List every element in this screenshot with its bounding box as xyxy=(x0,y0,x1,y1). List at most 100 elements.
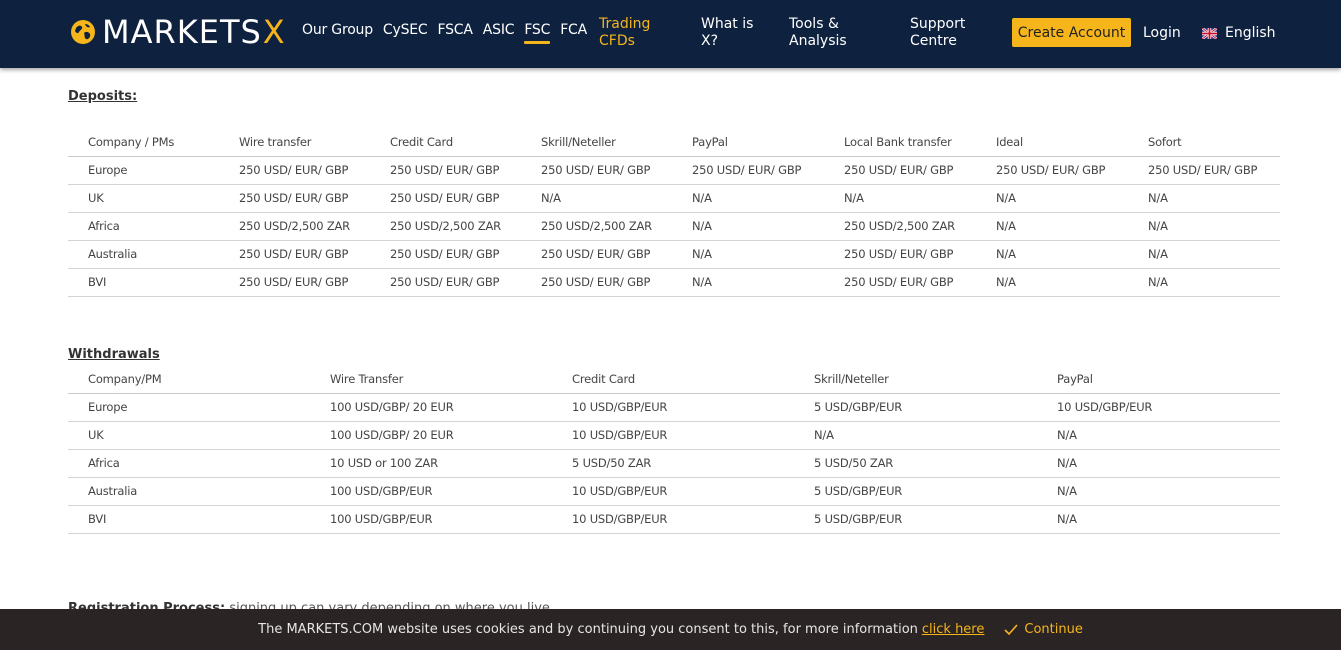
reg-link-fca[interactable]: FCA xyxy=(560,21,587,39)
deposits-header-row: Company / PMs Wire transfer Credit Card … xyxy=(68,128,1280,157)
table-cell: 250 USD/ EUR/ GBP xyxy=(370,156,521,185)
table-cell: N/A xyxy=(672,240,824,269)
reg-link-asic[interactable]: ASIC xyxy=(483,21,515,39)
cookie-continue-button[interactable]: Continue xyxy=(1004,622,1083,637)
table-cell: 250 USD/ EUR/ GBP xyxy=(521,156,672,185)
withdrawals-table: Company/PM Wire Transfer Credit Card Skr… xyxy=(68,365,1280,534)
table-cell: 100 USD/GBP/EUR xyxy=(310,505,552,534)
table-cell: N/A xyxy=(976,268,1128,297)
table-cell: 10 USD/GBP/EUR xyxy=(552,393,794,422)
uk-flag-icon xyxy=(1202,27,1217,39)
table-row: Europe 100 USD/GBP/ 20 EUR 10 USD/GBP/EU… xyxy=(68,393,1280,422)
column-header: Skrill/Neteller xyxy=(521,128,672,157)
nav-what-is-x[interactable]: What is X? xyxy=(701,16,759,50)
nav-tools-analysis[interactable]: Tools & Analysis xyxy=(789,16,859,50)
table-cell: N/A xyxy=(1128,212,1280,241)
reg-link-cysec[interactable]: CySEC xyxy=(383,21,428,39)
table-row: Australia 250 USD/ EUR/ GBP 250 USD/ EUR… xyxy=(68,240,1280,269)
column-header: PayPal xyxy=(672,128,824,157)
table-cell: 250 USD/ EUR/ GBP xyxy=(370,240,521,269)
table-cell: N/A xyxy=(672,268,824,297)
language-selector[interactable]: English xyxy=(1202,25,1276,41)
globe-icon xyxy=(71,20,95,44)
table-cell: 250 USD/2,500 ZAR xyxy=(824,212,976,241)
table-cell: 5 USD/50 ZAR xyxy=(794,449,1037,478)
site-header: MARKETS X Our Group CySEC FSCA ASIC FSC … xyxy=(0,0,1341,68)
table-cell: N/A xyxy=(1037,477,1280,506)
table-cell: N/A xyxy=(824,184,976,213)
table-cell: BVI xyxy=(68,505,310,534)
table-cell: 10 USD/GBP/EUR xyxy=(552,477,794,506)
checkmark-icon xyxy=(1004,623,1018,635)
column-header: Company / PMs xyxy=(68,128,219,157)
table-cell: N/A xyxy=(1128,240,1280,269)
logo-wordmark: MARKETS xyxy=(102,13,262,51)
table-cell: UK xyxy=(68,421,310,450)
table-cell: 250 USD/ EUR/ GBP xyxy=(219,184,370,213)
table-cell: N/A xyxy=(672,212,824,241)
table-row: BVI 250 USD/ EUR/ GBP 250 USD/ EUR/ GBP … xyxy=(68,268,1280,297)
table-cell: 250 USD/ EUR/ GBP xyxy=(824,240,976,269)
table-cell: 250 USD/ EUR/ GBP xyxy=(219,268,370,297)
login-link[interactable]: Login xyxy=(1143,25,1181,41)
cookie-message: The MARKETS.COM website uses cookies and… xyxy=(258,622,918,637)
table-cell: 5 USD/GBP/EUR xyxy=(794,477,1037,506)
table-cell: 100 USD/GBP/ 20 EUR xyxy=(310,421,552,450)
table-cell: 100 USD/GBP/ 20 EUR xyxy=(310,393,552,422)
cookie-continue-label: Continue xyxy=(1024,622,1083,637)
reg-link-fsca[interactable]: FSCA xyxy=(438,21,473,39)
table-cell: 250 USD/ EUR/ GBP xyxy=(672,156,824,185)
cookie-info-link[interactable]: click here xyxy=(922,622,984,637)
table-cell: 10 USD/GBP/EUR xyxy=(552,421,794,450)
table-row: Africa 250 USD/2,500 ZAR 250 USD/2,500 Z… xyxy=(68,212,1280,241)
table-cell: N/A xyxy=(1037,421,1280,450)
deposits-title: Deposits: xyxy=(68,89,138,104)
column-header: Ideal xyxy=(976,128,1128,157)
table-cell: N/A xyxy=(672,184,824,213)
table-cell: 250 USD/ EUR/ GBP xyxy=(824,156,976,185)
table-cell: N/A xyxy=(794,421,1037,450)
reg-link-our-group[interactable]: Our Group xyxy=(302,21,373,39)
table-cell: 100 USD/GBP/EUR xyxy=(310,477,552,506)
table-row: Australia 100 USD/GBP/EUR 10 USD/GBP/EUR… xyxy=(68,477,1280,506)
table-cell: N/A xyxy=(521,184,672,213)
table-row: UK 100 USD/GBP/ 20 EUR 10 USD/GBP/EUR N/… xyxy=(68,421,1280,450)
table-cell: 5 USD/50 ZAR xyxy=(552,449,794,478)
table-cell: 250 USD/ EUR/ GBP xyxy=(219,156,370,185)
column-header: Local Bank transfer xyxy=(824,128,976,157)
column-header: Company/PM xyxy=(68,365,310,394)
column-header: Sofort xyxy=(1128,128,1280,157)
withdrawals-header-row: Company/PM Wire Transfer Credit Card Skr… xyxy=(68,365,1280,394)
table-cell: 250 USD/ EUR/ GBP xyxy=(824,268,976,297)
column-header: PayPal xyxy=(1037,365,1280,394)
table-cell: 10 USD or 100 ZAR xyxy=(310,449,552,478)
logo-x-mark: X xyxy=(262,13,285,51)
nav-trading-cfds[interactable]: Trading CFDs xyxy=(599,16,679,50)
column-header: Skrill/Neteller xyxy=(794,365,1037,394)
table-cell: N/A xyxy=(1037,449,1280,478)
table-cell: N/A xyxy=(1037,505,1280,534)
table-cell: Africa xyxy=(68,449,310,478)
table-cell: 250 USD/ EUR/ GBP xyxy=(976,156,1128,185)
table-cell: BVI xyxy=(68,268,219,297)
markets-x-logo[interactable]: MARKETS X xyxy=(70,14,285,50)
regulator-links: Our Group CySEC FSCA ASIC FSC FCA xyxy=(302,21,587,44)
nav-support-centre[interactable]: Support Centre xyxy=(910,16,980,50)
table-row: UK 250 USD/ EUR/ GBP 250 USD/ EUR/ GBP N… xyxy=(68,184,1280,213)
table-cell: 250 USD/ EUR/ GBP xyxy=(370,268,521,297)
table-cell: N/A xyxy=(1128,268,1280,297)
table-cell: Australia xyxy=(68,477,310,506)
table-cell: Europe xyxy=(68,156,219,185)
reg-link-fsc[interactable]: FSC xyxy=(524,21,550,44)
table-cell: 250 USD/ EUR/ GBP xyxy=(521,268,672,297)
table-cell: 250 USD/ EUR/ GBP xyxy=(370,184,521,213)
language-label: English xyxy=(1225,25,1276,41)
table-row: BVI 100 USD/GBP/EUR 10 USD/GBP/EUR 5 USD… xyxy=(68,505,1280,534)
create-account-button[interactable]: Create Account xyxy=(1012,18,1131,47)
table-cell: Europe xyxy=(68,393,310,422)
column-header: Wire Transfer xyxy=(310,365,552,394)
column-header: Credit Card xyxy=(370,128,521,157)
withdrawals-title: Withdrawals xyxy=(68,347,160,362)
cookie-banner: The MARKETS.COM website uses cookies and… xyxy=(0,609,1341,650)
column-header: Credit Card xyxy=(552,365,794,394)
